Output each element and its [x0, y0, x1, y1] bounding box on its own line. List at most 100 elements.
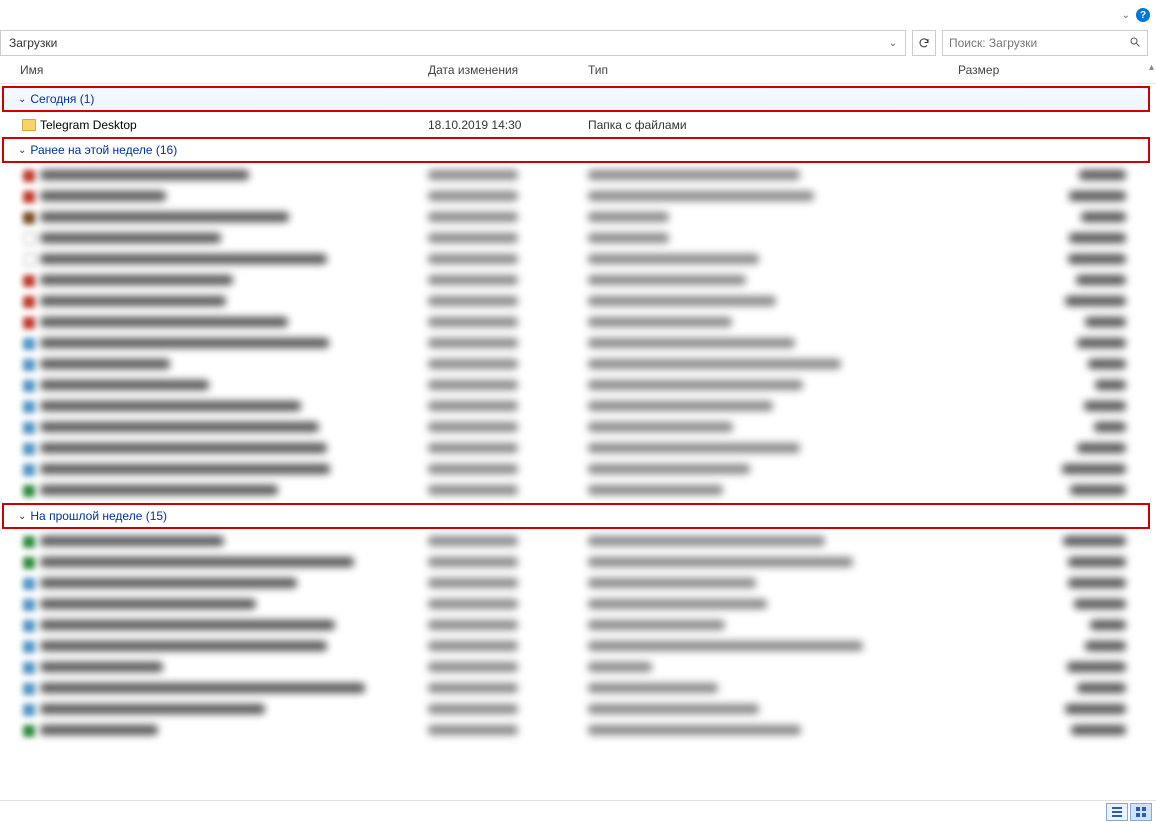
file-row-blurred[interactable]: [0, 657, 1156, 678]
file-name: [40, 682, 428, 696]
file-icon: [20, 252, 38, 268]
file-type: [588, 190, 958, 204]
file-date: [428, 619, 588, 633]
file-size: [958, 253, 1156, 267]
file-date: [428, 484, 588, 498]
file-size: [958, 724, 1156, 738]
file-size: [958, 484, 1156, 498]
file-date: [428, 598, 588, 612]
file-date: [428, 316, 588, 330]
file-row-blurred[interactable]: [0, 249, 1156, 270]
file-row-blurred[interactable]: [0, 615, 1156, 636]
file-icon: [20, 336, 38, 352]
file-type: Папка с файлами: [588, 118, 958, 132]
file-date: 18.10.2019 14:30: [428, 118, 588, 132]
file-icon: [20, 702, 38, 718]
file-row-telegram[interactable]: Telegram Desktop 18.10.2019 14:30 Папка …: [0, 114, 1156, 135]
file-size: [958, 295, 1156, 309]
file-name: [40, 337, 428, 351]
column-header-size[interactable]: Размер: [958, 63, 1156, 77]
file-icon: [20, 189, 38, 205]
view-icons-button[interactable]: [1130, 803, 1152, 821]
file-row-blurred[interactable]: [0, 291, 1156, 312]
group-label: Ранее на этой неделе (16): [30, 143, 177, 157]
file-row-blurred[interactable]: [0, 594, 1156, 615]
file-date: [428, 169, 588, 183]
file-icon: [20, 483, 38, 499]
file-row-blurred[interactable]: [0, 207, 1156, 228]
address-bar[interactable]: Загрузки ⌄: [0, 30, 906, 56]
file-row-blurred[interactable]: [0, 699, 1156, 720]
file-type: [588, 232, 958, 246]
file-icon: [20, 315, 38, 331]
file-name: [40, 619, 428, 633]
view-details-button[interactable]: [1106, 803, 1128, 821]
file-row-blurred[interactable]: [0, 396, 1156, 417]
file-date: [428, 442, 588, 456]
file-name: [40, 295, 428, 309]
file-list: ⌄ Сегодня (1) Telegram Desktop 18.10.201…: [0, 84, 1156, 802]
file-icon: [20, 723, 38, 739]
file-date: [428, 274, 588, 288]
file-name: [40, 211, 428, 225]
group-header-today[interactable]: ⌄ Сегодня (1): [2, 86, 1150, 112]
file-size: [958, 577, 1156, 591]
chevron-down-icon: ⌄: [18, 94, 26, 105]
file-size: [958, 661, 1156, 675]
file-type: [588, 640, 958, 654]
file-row-blurred[interactable]: [0, 531, 1156, 552]
file-date: [428, 337, 588, 351]
file-size: [958, 400, 1156, 414]
file-icon: [20, 576, 38, 592]
file-row-blurred[interactable]: [0, 354, 1156, 375]
file-name: [40, 400, 428, 414]
refresh-button[interactable]: [912, 30, 936, 56]
address-dropdown-icon[interactable]: ⌄: [885, 38, 901, 49]
file-row-blurred[interactable]: [0, 552, 1156, 573]
file-row-blurred[interactable]: [0, 228, 1156, 249]
chevron-down-icon: ⌄: [18, 511, 26, 522]
file-size: [958, 274, 1156, 288]
column-header-date[interactable]: Дата изменения: [428, 63, 588, 77]
search-input[interactable]: [949, 36, 1129, 50]
file-icon: [20, 378, 38, 394]
file-row-blurred[interactable]: [0, 270, 1156, 291]
file-icon: [20, 273, 38, 289]
search-box[interactable]: [942, 30, 1148, 56]
file-row-blurred[interactable]: [0, 438, 1156, 459]
file-name: [40, 556, 428, 570]
file-row-blurred[interactable]: [0, 165, 1156, 186]
file-name: [40, 598, 428, 612]
file-name: [40, 190, 428, 204]
file-row-blurred[interactable]: [0, 573, 1156, 594]
file-row-blurred[interactable]: [0, 480, 1156, 501]
help-icon[interactable]: ?: [1136, 8, 1150, 22]
file-row-blurred[interactable]: [0, 417, 1156, 438]
column-header-type[interactable]: Тип: [588, 63, 958, 77]
file-date: [428, 253, 588, 267]
file-type: [588, 253, 958, 267]
file-row-blurred[interactable]: [0, 459, 1156, 480]
file-row-blurred[interactable]: [0, 312, 1156, 333]
file-icon: [20, 660, 38, 676]
file-icon: [20, 420, 38, 436]
file-date: [428, 211, 588, 225]
file-row-blurred[interactable]: [0, 333, 1156, 354]
column-header-name[interactable]: Имя: [20, 63, 428, 77]
file-row-blurred[interactable]: [0, 720, 1156, 741]
file-name: [40, 577, 428, 591]
file-row-blurred[interactable]: [0, 678, 1156, 699]
search-icon[interactable]: [1129, 36, 1141, 51]
file-row-blurred[interactable]: [0, 636, 1156, 657]
group-header-lastweek[interactable]: ⌄ На прошлой неделе (15): [2, 503, 1150, 529]
file-row-blurred[interactable]: [0, 375, 1156, 396]
file-type: [588, 556, 958, 570]
scroll-up-icon[interactable]: ▴: [1149, 62, 1154, 73]
group-header-thisweek[interactable]: ⌄ Ранее на этой неделе (16): [2, 137, 1150, 163]
file-type: [588, 295, 958, 309]
file-icon: [20, 534, 38, 550]
file-size: [958, 442, 1156, 456]
chevron-down-icon[interactable]: ⌄: [1122, 10, 1130, 21]
file-row-blurred[interactable]: [0, 186, 1156, 207]
file-date: [428, 577, 588, 591]
